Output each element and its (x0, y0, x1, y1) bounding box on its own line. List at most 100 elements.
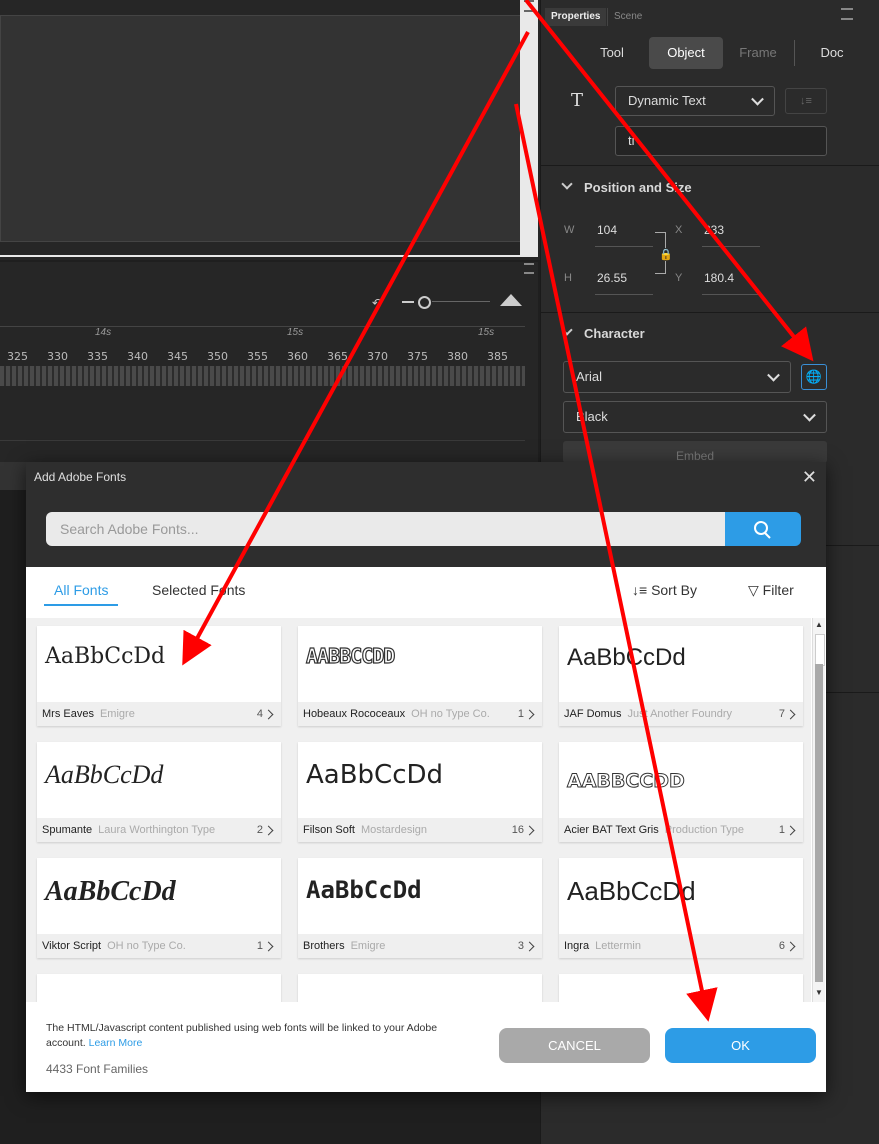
stage-canvas[interactable] (0, 15, 522, 242)
font-card-footer: Brothers Emigre 3 (298, 934, 542, 958)
font-card[interactable]: AaBbCcDd Spumante Laura Worthington Type 2 (37, 742, 281, 842)
font-card[interactable]: AaBbCcDd JAF Domus Just Another Foundry 7 (559, 626, 803, 726)
field-underline (595, 246, 653, 247)
y-value[interactable]: 180.4 (704, 271, 734, 285)
chevron-down-icon[interactable] (561, 178, 573, 190)
scroll-up-icon[interactable]: ▲ (815, 620, 823, 629)
search-input[interactable]: Search Adobe Fonts... (46, 512, 726, 546)
panel-menu-icon[interactable] (524, 0, 534, 12)
timeline-frame-label: 375 (407, 350, 428, 363)
field-underline (702, 294, 760, 295)
font-card[interactable]: AABBCCDD Hobeaux Rococeaux OH no Type Co. 1 (298, 626, 542, 726)
timeline-menu-icon[interactable] (524, 263, 534, 274)
filter-label: Filter (762, 582, 794, 598)
font-family-name: Brothers (303, 940, 345, 952)
filter-icon: ▽ (748, 582, 763, 598)
panel-menu-icon[interactable] (841, 8, 853, 20)
font-card[interactable] (37, 974, 281, 1002)
section-divider (541, 165, 879, 166)
chevron-right-icon[interactable] (524, 825, 535, 836)
search-button[interactable] (725, 512, 801, 546)
dialog-title: Add Adobe Fonts (34, 470, 127, 484)
filter-button[interactable]: ▽ Filter (748, 582, 794, 599)
font-family-dropdown[interactable]: Arial (563, 361, 791, 393)
scroll-down-icon[interactable]: ▼ (815, 988, 823, 997)
mountain-zoom-icon[interactable] (500, 294, 522, 306)
timeline-frame-strip[interactable] (0, 366, 525, 386)
font-card[interactable]: AaBbCcDd Mrs Eaves Emigre 4 (37, 626, 281, 726)
chevron-right-icon[interactable] (263, 825, 274, 836)
font-family-name: Viktor Script (42, 940, 102, 952)
learn-more-link[interactable]: Learn More (89, 1037, 143, 1049)
chevron-right-icon[interactable] (785, 941, 796, 952)
font-card-footer: Filson Soft Mostardesign 16 (298, 818, 542, 842)
font-family-count: 4433 Font Families (46, 1062, 149, 1076)
height-value[interactable]: 26.55 (597, 271, 627, 285)
chevron-down-icon (751, 92, 764, 106)
add-adobe-fonts-dialog: Add Adobe Fonts ✕ Search Adobe Fonts... … (26, 462, 826, 1092)
ok-button-label: OK (731, 1038, 750, 1053)
font-card[interactable]: AaBbCcDd Filson Soft Mostardesign 16 (298, 742, 542, 842)
tab-scene[interactable]: Scene (607, 8, 648, 26)
font-foundry: Mostardesign (360, 824, 428, 836)
chevron-right-icon[interactable] (524, 709, 535, 720)
font-style-dropdown[interactable]: Black (563, 401, 827, 433)
y-label: Y (675, 272, 683, 284)
scrollbar-thumb[interactable] (815, 634, 825, 666)
tab-selected-fonts[interactable]: Selected Fonts (152, 582, 245, 598)
width-value[interactable]: 104 (597, 223, 617, 237)
section-divider (541, 312, 879, 313)
timeline-frame-label: 345 (167, 350, 188, 363)
zoom-slider-track[interactable] (432, 301, 490, 302)
instance-name-field[interactable]: ti (615, 126, 827, 156)
text-type-dropdown[interactable]: Dynamic Text (615, 86, 775, 116)
font-card[interactable]: AaBbCcDd Viktor Script OH no Type Co. 1 (37, 858, 281, 958)
font-card[interactable]: AaBbCcDd Brothers Emigre 3 (298, 858, 542, 958)
segment-frame[interactable]: Frame (729, 37, 787, 69)
font-style-value: Black (576, 409, 608, 424)
close-icon[interactable]: ✕ (802, 462, 817, 492)
tab-properties[interactable]: Properties (545, 8, 607, 26)
chevron-right-icon[interactable] (524, 941, 535, 952)
timeline-second-label: 15s (478, 327, 495, 338)
font-family-name: Ingra (564, 940, 590, 952)
font-card[interactable]: AaBbCcDd Ingra Lettermin 6 (559, 858, 803, 958)
chevron-right-icon[interactable] (263, 709, 274, 720)
timeline-frame-label: 340 (127, 350, 148, 363)
tab-all-fonts[interactable]: All Fonts (54, 582, 108, 598)
x-label: X (675, 224, 683, 236)
chevron-right-icon[interactable] (785, 825, 796, 836)
font-family-name: JAF Domus (564, 708, 622, 720)
segment-divider (794, 40, 795, 66)
font-card[interactable] (298, 974, 542, 1002)
stage-scrollbar[interactable] (520, 0, 538, 255)
notice-text: The HTML/Javascript content published us… (46, 1021, 466, 1051)
chevron-down-icon[interactable] (561, 324, 573, 336)
font-card[interactable] (559, 974, 803, 1002)
x-value[interactable]: 233 (704, 223, 724, 237)
scrollbar-track-fill[interactable] (815, 664, 823, 982)
sort-by-button[interactable]: ↓≡ Sort By (632, 582, 697, 598)
loop-icon[interactable]: ↶ (372, 296, 382, 310)
dialog-title-bar: Add Adobe Fonts ✕ (26, 462, 826, 492)
cancel-button[interactable]: CANCEL (499, 1028, 650, 1063)
font-foundry: Production Type (664, 824, 745, 836)
text-orientation-icon[interactable]: ↓≡ (785, 88, 827, 114)
zoom-slider-handle[interactable] (418, 296, 431, 309)
chevron-right-icon[interactable] (263, 941, 274, 952)
segment-tool[interactable]: Tool (583, 37, 641, 69)
font-foundry: Just Another Foundry (627, 708, 733, 720)
zoom-out-icon[interactable] (402, 301, 414, 303)
font-foundry: Laura Worthington Type (98, 824, 216, 836)
lock-icon[interactable]: 🔒 (659, 248, 673, 261)
embed-button[interactable]: Embed (563, 441, 827, 463)
segment-doc[interactable]: Doc (803, 37, 861, 69)
chevron-right-icon[interactable] (785, 709, 796, 720)
font-list-scrollbar[interactable]: ▲ ▼ (812, 618, 825, 1002)
stage-scrollbar-horizontal[interactable] (0, 255, 538, 257)
ok-button[interactable]: OK (665, 1028, 816, 1063)
globe-icon[interactable]: 🌐 (801, 364, 827, 390)
font-card[interactable]: AABBCCDD Acier BAT Text Gris Production Ty… (559, 742, 803, 842)
segment-object[interactable]: Object (649, 37, 723, 69)
font-name: Acier BAT Text Gris Production Type (564, 818, 744, 842)
